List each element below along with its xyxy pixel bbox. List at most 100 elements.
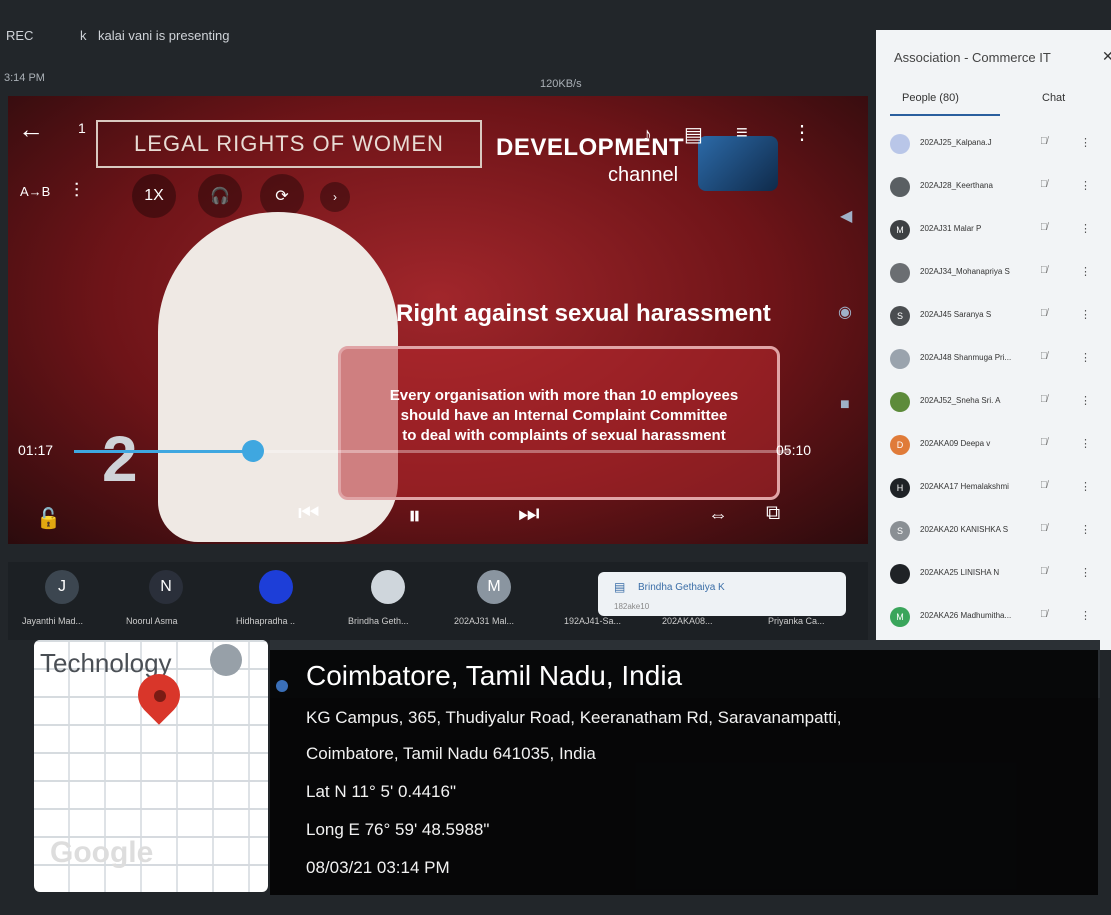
back-arrow-icon[interactable]: ← bbox=[18, 114, 44, 145]
people-row[interactable]: 202AJ52_Sneha Sri. A 🎙̸ ⋮ bbox=[890, 388, 1102, 418]
playlist-icon[interactable]: ≡ bbox=[736, 122, 748, 145]
mic-off-icon: 🎙̸ bbox=[1040, 394, 1048, 405]
more-vert-icon[interactable]: ⋮ bbox=[1080, 394, 1091, 407]
previous-icon[interactable]: ⏮ bbox=[298, 500, 320, 528]
location-dot-icon bbox=[276, 680, 288, 692]
participant-tile[interactable]: N Noorul Asma bbox=[126, 570, 206, 626]
avatar bbox=[890, 263, 910, 283]
person-name: 202AJ45 Saranya S bbox=[920, 310, 992, 319]
mic-off-icon: 🎙̸ bbox=[1040, 136, 1048, 147]
ab-repeat-icon[interactable]: A→B bbox=[20, 184, 50, 199]
lock-icon[interactable]: 🔓 bbox=[36, 506, 61, 531]
more-vert-icon[interactable]: ⋮ bbox=[1080, 566, 1091, 579]
participant-tile[interactable]: Brindha Geth... bbox=[348, 570, 428, 626]
tab-chat[interactable]: Chat bbox=[1042, 92, 1065, 104]
headphones-icon[interactable]: 🎧 bbox=[198, 174, 242, 218]
next-icon[interactable]: ⏭ bbox=[518, 500, 540, 528]
location-address-2: Coimbatore, Tamil Nadu 641035, India bbox=[306, 744, 596, 763]
more-vert-icon[interactable]: ⋮ bbox=[1080, 265, 1091, 278]
presenting-label: kalai vani is presenting bbox=[98, 28, 230, 43]
more-options-icon[interactable]: ⋮ bbox=[792, 120, 812, 145]
more-vert-icon[interactable]: ⋮ bbox=[1080, 179, 1091, 192]
tab-people[interactable]: People (80) bbox=[902, 92, 959, 104]
more-vert-icon[interactable]: ⋮ bbox=[1080, 308, 1091, 321]
location-address-1: KG Campus, 365, Thudiyalur Road, Keerana… bbox=[306, 708, 842, 727]
close-icon[interactable]: ✕ bbox=[1102, 48, 1111, 65]
more-vert-icon[interactable]: ⋮ bbox=[1080, 437, 1091, 450]
slide-body-line-3: to deal with complaints of sexual harass… bbox=[402, 427, 726, 444]
music-icon[interactable]: ♪ bbox=[642, 124, 652, 147]
pip-icon[interactable]: ⧉ bbox=[766, 502, 780, 525]
speed-button[interactable]: 1X bbox=[132, 174, 176, 218]
mic-off-icon: 🎙̸ bbox=[1040, 566, 1048, 577]
more-vert-icon[interactable]: ⋮ bbox=[1080, 480, 1091, 493]
presenter-initial: k bbox=[80, 28, 87, 43]
avatar bbox=[890, 177, 910, 197]
status-time: 3:14 PM bbox=[4, 72, 45, 84]
avatar: S bbox=[890, 306, 910, 326]
more-vert-icon[interactable]: ⋮ bbox=[1080, 351, 1091, 364]
avatar: S bbox=[890, 521, 910, 541]
location-datetime: 08/03/21 03:14 PM bbox=[306, 858, 450, 877]
people-row[interactable]: H 202AKA17 Hemalakshmi 🎙̸ ⋮ bbox=[890, 474, 1102, 504]
network-speed: 120KB/s bbox=[540, 78, 582, 90]
location-overlay: Coimbatore, Tamil Nadu, India KG Campus,… bbox=[270, 650, 1098, 895]
side-back-icon[interactable]: ◀ bbox=[840, 206, 852, 226]
subtitles-icon[interactable]: ▤ bbox=[684, 122, 703, 147]
people-panel: Association - Commerce IT ✕ People (80) … bbox=[876, 30, 1111, 650]
person-name: 202AJ34_Mohanapriya S bbox=[920, 267, 1010, 276]
participant-name: Priyanka Ca... bbox=[768, 616, 825, 626]
person-name: 202AJ52_Sneha Sri. A bbox=[920, 396, 1001, 405]
more-vert-icon[interactable]: ⋮ bbox=[1080, 222, 1091, 235]
participant-name: Hidhapradha .. bbox=[236, 616, 296, 626]
mic-off-icon: 🎙̸ bbox=[1040, 222, 1048, 233]
person-name: 202AKA25 LINISHA N bbox=[920, 568, 1000, 577]
people-row[interactable]: 202AJ48 Shanmuga Pri... 🎙̸ ⋮ bbox=[890, 345, 1102, 375]
people-row[interactable]: 202AKA25 LINISHA N 🎙̸ ⋮ bbox=[890, 560, 1102, 590]
more-vert-icon[interactable]: ⋮ bbox=[1080, 523, 1091, 536]
equalizer-icon[interactable]: ⫶ bbox=[74, 180, 79, 203]
mic-off-icon: 🎙̸ bbox=[1040, 308, 1048, 319]
slide-infobox: Every organisation with more than 10 emp… bbox=[338, 346, 780, 500]
location-lat: Lat N 11° 5' 0.4416" bbox=[306, 782, 456, 801]
avatar: D bbox=[890, 435, 910, 455]
people-row[interactable]: M 202AJ31 Malar P 🎙̸ ⋮ bbox=[890, 216, 1102, 246]
people-row[interactable]: D 202AKA09 Deepa v 🎙̸ ⋮ bbox=[890, 431, 1102, 461]
people-row[interactable]: S 202AKA20 KANISHKA S 🎙̸ ⋮ bbox=[890, 517, 1102, 547]
slide-number: 2 bbox=[102, 423, 138, 495]
person-name: 202AJ28_Keerthana bbox=[920, 181, 993, 190]
participant-tile[interactable]: J Jayanthi Mad... bbox=[22, 570, 102, 626]
more-controls-icon[interactable]: › bbox=[320, 182, 350, 212]
video-player[interactable]: ← 1 LEGAL RIGHTS OF WOMEN DEVELOPMENT ch… bbox=[8, 96, 868, 544]
people-row[interactable]: 202AJ28_Keerthana 🎙̸ ⋮ bbox=[890, 173, 1102, 203]
avatar bbox=[890, 349, 910, 369]
message-sender: Brindha Gethaiya K bbox=[638, 582, 725, 593]
participant-tile[interactable]: M 202AJ31 Mal... bbox=[454, 570, 534, 626]
people-row[interactable]: 202AJ34_Mohanapriya S 🎙̸ ⋮ bbox=[890, 259, 1102, 289]
status-bar: 3:14 PM 120KB/s bbox=[0, 70, 870, 90]
participant-tile[interactable]: Hidhapradha .. bbox=[236, 570, 316, 626]
people-row[interactable]: M 202AKA26 Madhumitha... 🎙̸ ⋮ bbox=[890, 603, 1102, 633]
mic-off-icon: 🎙̸ bbox=[1040, 437, 1048, 448]
participant-strip: J Jayanthi Mad... N Noorul Asma Hidhapra… bbox=[8, 562, 868, 640]
chat-message-toast[interactable]: ▤ Brindha Gethaiya K 182ake10 bbox=[598, 572, 846, 616]
people-row[interactable]: 202AJ25_Kalpana.J 🎙̸ ⋮ bbox=[890, 130, 1102, 160]
slide-body-line-1: Every organisation with more than 10 emp… bbox=[389, 387, 739, 404]
aspect-ratio-icon[interactable]: ⇔ bbox=[708, 504, 728, 527]
more-vert-icon[interactable]: ⋮ bbox=[1080, 136, 1091, 149]
person-name: 202AJ48 Shanmuga Pri... bbox=[920, 353, 1012, 362]
avatar: N bbox=[149, 570, 183, 604]
seek-knob[interactable] bbox=[242, 440, 264, 462]
avatar: M bbox=[890, 220, 910, 240]
person-name: 202AKA09 Deepa v bbox=[920, 439, 991, 448]
people-row[interactable]: S 202AJ45 Saranya S 🎙̸ ⋮ bbox=[890, 302, 1102, 332]
side-home-icon[interactable]: ◉ bbox=[838, 302, 852, 322]
more-vert-icon[interactable]: ⋮ bbox=[1080, 609, 1091, 622]
brand-name: DEVELOPMENT bbox=[496, 134, 685, 161]
google-logo: Google bbox=[50, 836, 154, 869]
side-recents-icon[interactable]: ■ bbox=[840, 396, 850, 414]
rec-indicator: REC bbox=[6, 28, 34, 43]
avatar: M bbox=[477, 570, 511, 604]
pause-icon[interactable]: ⏸ bbox=[408, 500, 421, 532]
meeting-topbar: REC k kalai vani is presenting bbox=[0, 22, 870, 50]
